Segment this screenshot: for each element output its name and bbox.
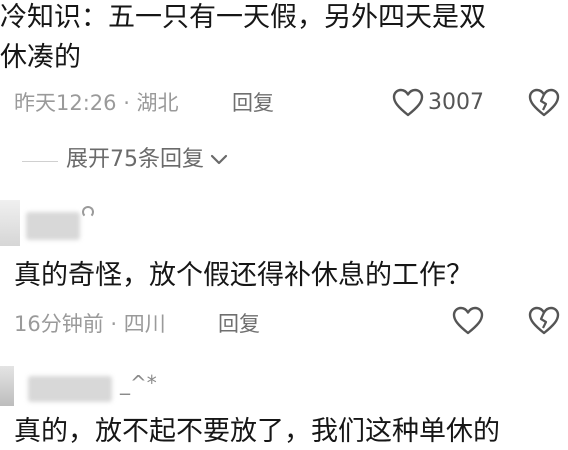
comment-2-reply-button[interactable]: 回复 [218, 311, 260, 337]
chevron-down-icon [210, 154, 228, 165]
heart-outline-icon [392, 88, 424, 117]
comment-3-username-suffix: _^* [120, 371, 157, 395]
broken-heart-icon [528, 88, 560, 117]
comment-1-reply-button[interactable]: 回复 [232, 90, 274, 116]
comment-1-dislike-button[interactable] [528, 88, 560, 118]
expand-replies-button[interactable]: 展开75条回复 [66, 147, 230, 173]
broken-heart-icon [528, 306, 560, 335]
username-blurred[interactable] [26, 212, 80, 240]
username-decoration [82, 206, 94, 218]
comment-1-timestamp: 昨天12:26 · 湖北 [14, 91, 179, 115]
expand-divider [22, 161, 58, 162]
comment-2-text: 真的奇怪，放个假还得补休息的工作？ [14, 260, 473, 291]
comment-1-text-line1: 冷知识：五一只有一天假，另外四天是双 [0, 2, 486, 33]
heart-outline-icon [452, 306, 484, 335]
expand-replies-label: 展开75条回复 [66, 147, 204, 172]
comment-1-like-count: 3007 [428, 90, 484, 115]
comment-3-text: 真的，放不起不要放了，我们这种单休的 [14, 416, 500, 447]
comment-2-dislike-button[interactable] [528, 306, 560, 336]
username-blurred[interactable] [28, 376, 112, 402]
comment-2-timestamp: 16分钟前 · 四川 [14, 312, 166, 336]
comment-1-like-button[interactable] [392, 88, 424, 118]
avatar[interactable] [0, 200, 20, 246]
comment-1-text-line2: 休凑的 [0, 42, 81, 73]
avatar[interactable] [0, 366, 14, 406]
comment-2-like-button[interactable] [452, 306, 484, 336]
